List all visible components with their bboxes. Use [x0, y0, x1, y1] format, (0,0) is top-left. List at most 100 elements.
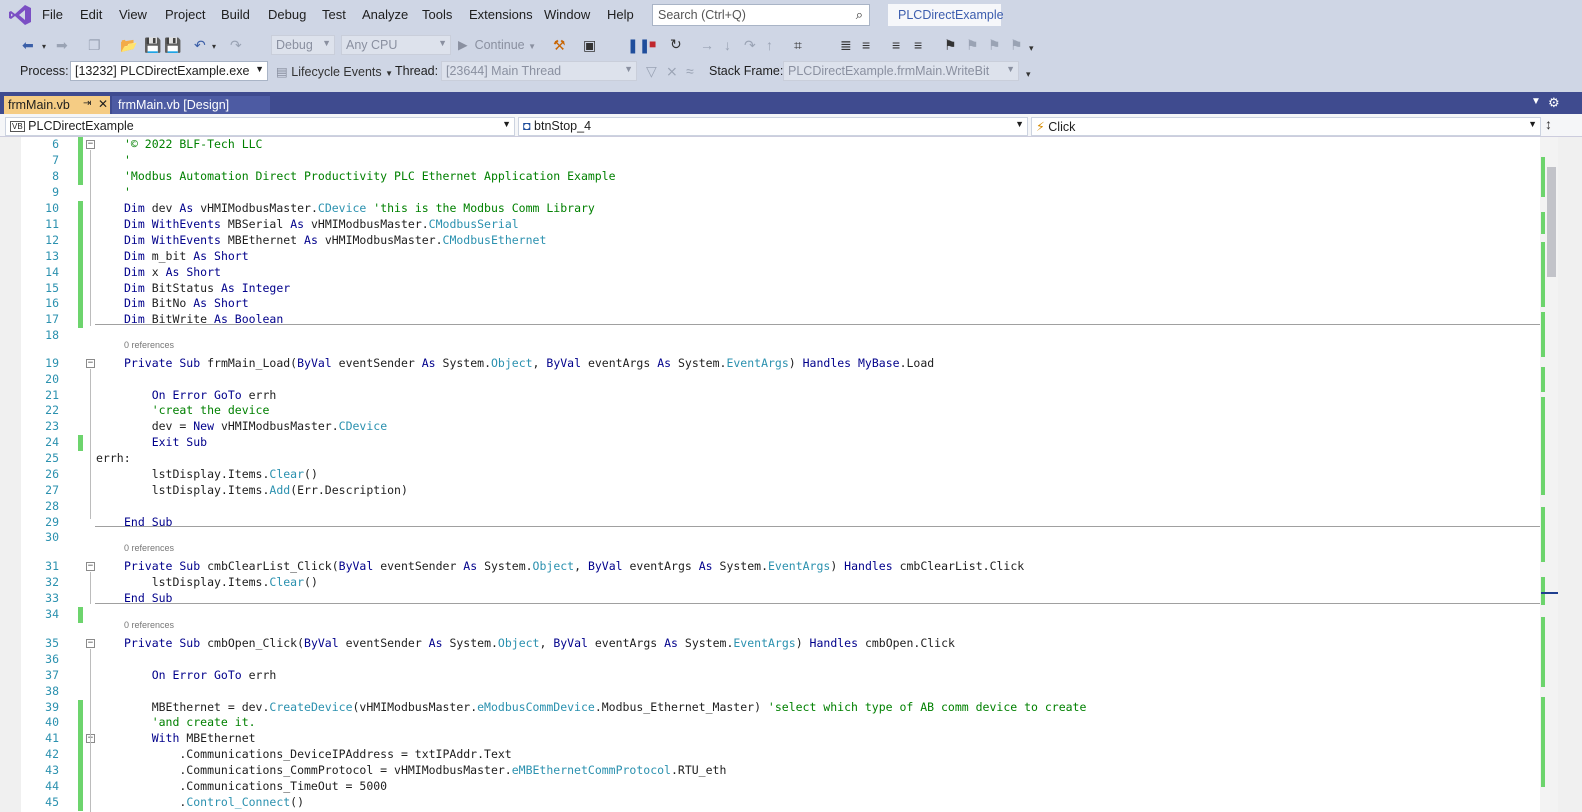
tab-frmmain-vb[interactable]: frmMain.vb ⇥ ✕: [4, 96, 110, 114]
step-over-icon[interactable]: ↷: [744, 37, 756, 53]
menu-debug[interactable]: Debug: [268, 7, 306, 22]
code-editor[interactable]: 6 '© 2022 BLF-Tech LLC 7 ' 8 'Modbus Automati…: [0, 137, 1582, 812]
code-line[interactable]: 'Modbus Automation Direct Productivity P…: [124, 169, 616, 183]
tab-frmmain-design[interactable]: frmMain.vb [Design]: [112, 96, 270, 114]
code-line[interactable]: MBEthernet = dev.CreateDevice(vHMIModbus…: [124, 700, 1087, 714]
code-line[interactable]: .Communications_DeviceIPAddress = txtIPA…: [124, 747, 511, 761]
scrollbar-thumb[interactable]: [1547, 167, 1556, 277]
code-line[interactable]: dev = New vHMIModbusMaster.CDevice: [124, 419, 387, 433]
code-line[interactable]: lstDisplay.Items.Clear(): [124, 467, 318, 481]
bookmark-icon[interactable]: ⚑: [944, 37, 957, 53]
attach-icon[interactable]: ⚒: [553, 37, 566, 53]
application-insights-icon[interactable]: ▣: [583, 37, 596, 53]
step-into-icon[interactable]: ↓: [724, 37, 731, 53]
redo-icon[interactable]: ↷: [230, 37, 242, 53]
platform-dropdown[interactable]: Any CPU ▼: [341, 35, 451, 55]
step-out-icon[interactable]: ↑: [766, 37, 773, 53]
menu-file[interactable]: File: [42, 7, 63, 22]
visual-studio-logo-icon[interactable]: [8, 4, 32, 26]
navigate-back-icon[interactable]: ⬅: [22, 37, 34, 53]
search-box[interactable]: Search (Ctrl+Q) ⌕: [652, 4, 870, 26]
menu-project[interactable]: Project: [165, 7, 205, 22]
collapse-icon[interactable]: −: [86, 562, 95, 571]
codelens-references[interactable]: 0 references: [124, 620, 174, 630]
comment-icon[interactable]: ≡: [892, 37, 900, 53]
code-line[interactable]: Dim BitNo As Short: [124, 296, 249, 310]
menu-analyze[interactable]: Analyze: [362, 7, 408, 22]
code-line[interactable]: lstDisplay.Items.Add(Err.Description): [124, 483, 408, 497]
code-line[interactable]: Dim dev As vHMIModbusMaster.CDevice 'thi…: [124, 201, 595, 215]
save-all-icon[interactable]: 💾: [164, 37, 181, 53]
code-line[interactable]: ': [124, 185, 131, 199]
menu-help[interactable]: Help: [607, 7, 634, 22]
menu-test[interactable]: Test: [322, 7, 346, 22]
code-line[interactable]: Dim WithEvents MBSerial As vHMIModbusMas…: [124, 217, 519, 231]
code-line[interactable]: 'creat the device: [124, 403, 270, 417]
pin-icon[interactable]: ⇥: [83, 98, 91, 109]
parallel-stacks-icon[interactable]: ≡: [862, 37, 870, 53]
code-line[interactable]: On Error GoTo errh: [124, 388, 277, 402]
gear-icon[interactable]: ⚙: [1548, 95, 1560, 111]
code-line[interactable]: Dim x As Short: [124, 265, 221, 279]
code-line[interactable]: '© 2022 BLF-Tech LLC: [124, 137, 262, 151]
toolbar-options-icon[interactable]: ▾: [1026, 66, 1031, 82]
code-line[interactable]: Exit Sub: [124, 435, 207, 449]
solution-configuration-dropdown[interactable]: Debug ▼: [271, 35, 335, 55]
code-line[interactable]: Private Sub frmMain_Load(ByVal eventSend…: [124, 356, 934, 370]
code-line[interactable]: .Communications_TimeOut = 5000: [124, 779, 387, 793]
undo-dropdown-icon[interactable]: ▾: [212, 39, 216, 55]
code-line[interactable]: Private Sub cmbClearList_Click(ByVal eve…: [124, 559, 1024, 573]
split-window-icon[interactable]: ↕: [1545, 116, 1552, 132]
code-line[interactable]: Private Sub cmbOpen_Click(ByVal eventSen…: [124, 636, 955, 650]
prev-bookmark-icon[interactable]: ⚑: [966, 37, 979, 53]
threads-icon[interactable]: ≣: [840, 37, 852, 53]
new-project-icon[interactable]: ❐: [88, 37, 101, 53]
code-line[interactable]: With MBEthernet: [124, 731, 256, 745]
code-line[interactable]: .Communications_CommProtocol = vHMIModbu…: [124, 763, 726, 777]
continue-button[interactable]: ▶ Continue ▼: [458, 37, 536, 52]
save-icon[interactable]: 💾: [144, 37, 161, 53]
code-line[interactable]: lstDisplay.Items.Clear(): [124, 575, 318, 589]
menu-build[interactable]: Build: [221, 7, 250, 22]
code-line[interactable]: errh:: [96, 451, 131, 465]
codelens-references[interactable]: 0 references: [124, 543, 174, 553]
code-line[interactable]: 'and create it.: [124, 715, 256, 729]
stack-frame-dropdown[interactable]: PLCDirectExample.frmMain.WriteBit ▼: [783, 61, 1019, 81]
filter-icon[interactable]: ▽: [646, 63, 657, 79]
menu-tools[interactable]: Tools: [422, 7, 452, 22]
open-file-icon[interactable]: 📂: [120, 37, 137, 53]
menu-view[interactable]: View: [119, 7, 147, 22]
code-line[interactable]: Dim m_bit As Short: [124, 249, 249, 263]
clear-bookmarks-icon[interactable]: ⚑: [1010, 37, 1023, 53]
lifecycle-events-button[interactable]: ▤ Lifecycle Events ▼: [276, 64, 393, 79]
break-all-icon[interactable]: ❚❚: [627, 37, 650, 53]
menu-extensions[interactable]: Extensions: [469, 7, 533, 22]
stop-debugging-icon[interactable]: ■: [649, 36, 656, 52]
object-dropdown[interactable]: ◘ btnStop_4 ▼: [518, 117, 1028, 136]
code-line[interactable]: ': [124, 153, 131, 167]
collapse-icon[interactable]: −: [86, 140, 95, 149]
next-bookmark-icon[interactable]: ⚑: [988, 37, 1001, 53]
code-line[interactable]: .Control_Connect(): [124, 795, 304, 809]
show-next-statement-icon[interactable]: →: [700, 37, 714, 53]
navigate-forward-icon[interactable]: ➡: [56, 37, 68, 53]
close-icon[interactable]: ✕: [98, 97, 108, 111]
tab-list-dropdown-icon[interactable]: ▼: [1531, 96, 1541, 107]
project-dropdown[interactable]: VB PLCDirectExample ▼: [5, 117, 515, 136]
thread-dropdown[interactable]: [23644] Main Thread ▼: [441, 61, 637, 81]
code-line[interactable]: On Error GoTo errh: [124, 668, 277, 682]
search-icon[interactable]: ⌕: [856, 7, 863, 23]
collapse-icon[interactable]: −: [86, 639, 95, 648]
back-dropdown-icon[interactable]: ▾: [42, 39, 46, 55]
menu-edit[interactable]: Edit: [80, 7, 102, 22]
show-flagged-icon[interactable]: ≈: [686, 63, 694, 79]
process-dropdown[interactable]: [13232] PLCDirectExample.exe ▼: [70, 61, 268, 81]
flag-threads-icon[interactable]: ⨯: [666, 63, 678, 79]
member-dropdown[interactable]: ⚡ Click ▼: [1031, 117, 1541, 136]
hex-display-icon[interactable]: ⌗: [794, 37, 802, 53]
collapse-icon[interactable]: −: [86, 359, 95, 368]
code-line[interactable]: Dim BitStatus As Integer: [124, 281, 290, 295]
toolbar-options-icon[interactable]: ▾: [1029, 40, 1034, 56]
undo-icon[interactable]: ↶: [194, 37, 206, 53]
uncomment-icon[interactable]: ≡: [914, 37, 922, 53]
